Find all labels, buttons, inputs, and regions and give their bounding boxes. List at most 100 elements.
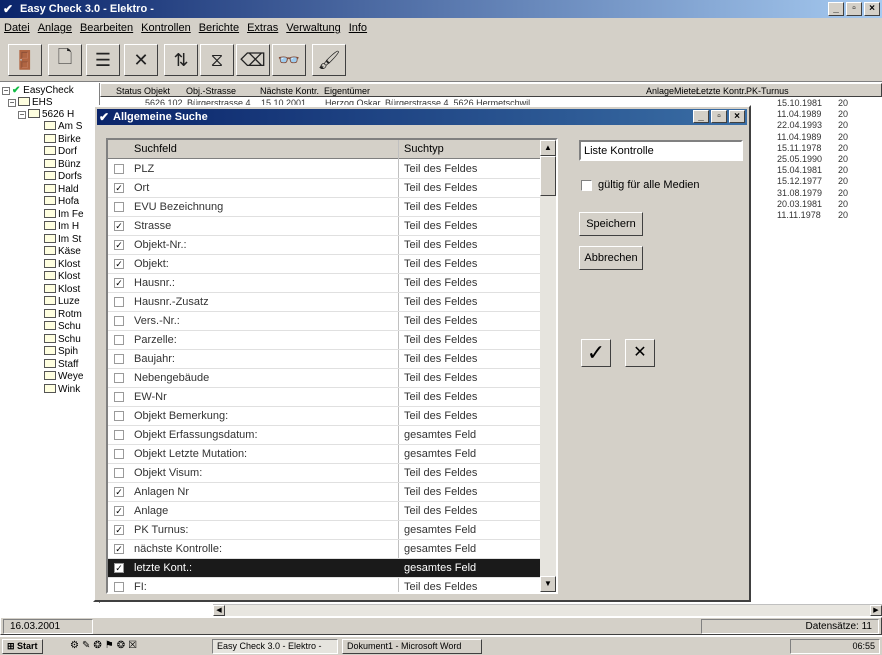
row-checkbox[interactable] — [114, 430, 124, 440]
all-media-option[interactable]: gültig für alle Medien — [581, 179, 751, 193]
menu-item[interactable]: Verwaltung — [286, 18, 340, 38]
row-checkbox[interactable]: ✓ — [114, 563, 124, 573]
row-checkbox[interactable]: ✓ — [114, 525, 124, 535]
row-checkbox[interactable] — [114, 354, 124, 364]
tree-item[interactable]: Schu — [44, 333, 81, 346]
tree-node-town[interactable]: −5626 H — [18, 109, 74, 121]
search-field-row[interactable]: ✓ Hausnr.: Teil des Feldes — [108, 274, 540, 293]
search-field-row[interactable]: ✓ Strasse Teil des Feldes — [108, 217, 540, 236]
list-column-header[interactable]: Anlage — [646, 84, 674, 98]
tree-item[interactable]: Am S — [44, 121, 82, 133]
dialog-close-button[interactable]: × — [729, 110, 745, 123]
row-search-type[interactable]: Teil des Feldes — [404, 198, 477, 216]
search-field-row[interactable]: Hausnr.-Zusatz Teil des Feldes — [108, 293, 540, 312]
dialog-minimize-button[interactable]: _ — [693, 110, 709, 123]
row-checkbox[interactable]: ✓ — [114, 183, 124, 193]
minimize-button[interactable]: _ — [828, 2, 844, 16]
search-field-row[interactable]: ✓ nächste Kontrolle: gesamtes Feld — [108, 540, 540, 559]
row-search-type[interactable]: gesamtes Feld — [404, 521, 476, 539]
tree-item[interactable]: Dorfs — [44, 171, 82, 183]
menu-item[interactable]: Extras — [247, 18, 278, 38]
dialog-maximize-button[interactable]: ▫ — [711, 110, 727, 123]
new-document-icon[interactable]: 🗋 — [48, 44, 82, 76]
grid-scrollbar[interactable]: ▲ ▼ — [540, 140, 556, 592]
list-column-header[interactable]: Nächste Kontr. — [260, 84, 319, 98]
row-checkbox[interactable] — [114, 373, 124, 383]
row-search-type[interactable]: Teil des Feldes — [404, 236, 477, 254]
search-field-row[interactable]: EW-Nr Teil des Feldes — [108, 388, 540, 407]
search-field-row[interactable]: PLZ Teil des Feldes — [108, 160, 540, 179]
search-field-row[interactable]: ✓ Anlage Teil des Feldes — [108, 502, 540, 521]
list-name-input[interactable] — [579, 140, 743, 161]
all-media-checkbox[interactable] — [581, 180, 592, 191]
scroll-down-icon[interactable]: ▼ — [540, 576, 556, 592]
tree-item[interactable]: Wink — [44, 383, 80, 396]
row-search-type[interactable]: Teil des Feldes — [404, 388, 477, 406]
list-column-header[interactable]: Letzte Kontr. — [696, 84, 747, 98]
row-checkbox[interactable] — [114, 164, 124, 174]
row-search-type[interactable]: Teil des Feldes — [404, 312, 477, 330]
list-column-header[interactable]: Eigentümer — [324, 84, 370, 98]
menu-item[interactable]: Info — [349, 18, 367, 38]
tree-item[interactable]: Dorf — [44, 146, 77, 158]
tree-node-ehs[interactable]: − EHS — [8, 97, 53, 109]
search-field-row[interactable]: ✓ Ort Teil des Feldes — [108, 179, 540, 198]
tree-item[interactable]: Käse — [44, 246, 81, 258]
row-checkbox[interactable]: ✓ — [114, 506, 124, 516]
scroll-left-icon[interactable]: ◀ — [213, 605, 225, 616]
search-field-row[interactable]: FI: Teil des Feldes — [108, 578, 540, 592]
scroll-right-icon[interactable]: ▶ — [870, 605, 882, 616]
tree-item[interactable]: Hald — [44, 183, 79, 196]
row-checkbox[interactable] — [114, 411, 124, 421]
list-column-header[interactable]: Objekt — [144, 84, 170, 98]
tree-item[interactable]: Im H — [44, 221, 79, 233]
search-field-row[interactable]: Objekt Bemerkung: Teil des Feldes — [108, 407, 540, 426]
list-column-header[interactable]: Status — [116, 84, 142, 98]
row-checkbox[interactable] — [114, 582, 124, 592]
save-button[interactable]: Speichern — [579, 212, 643, 236]
tree-item[interactable]: Hofa — [44, 196, 79, 208]
row-search-type[interactable]: Teil des Feldes — [404, 293, 477, 311]
cancel-button[interactable]: Abbrechen — [579, 246, 643, 270]
start-button[interactable]: ⊞ Start — [2, 639, 43, 654]
search-field-row[interactable]: Baujahr: Teil des Feldes — [108, 350, 540, 369]
row-search-type[interactable]: Teil des Feldes — [404, 464, 477, 482]
tree-item[interactable]: Klost — [44, 271, 80, 283]
menu-item[interactable]: Anlage — [38, 18, 72, 38]
row-checkbox[interactable]: ✓ — [114, 221, 124, 231]
quicklaunch-icons[interactable]: ⚙✎❂⚑❂☒ — [70, 640, 140, 651]
row-search-type[interactable]: gesamtes Feld — [404, 426, 476, 444]
search-field-row[interactable]: EVU Bezeichnung Teil des Feldes — [108, 198, 540, 217]
row-checkbox[interactable] — [114, 297, 124, 307]
sort-icon[interactable]: ⇅ — [164, 44, 198, 76]
menu-item[interactable]: Datei — [4, 18, 30, 38]
row-checkbox[interactable]: ✓ — [114, 487, 124, 497]
row-checkbox[interactable]: ✓ — [114, 259, 124, 269]
binoculars-icon[interactable]: 👓 — [272, 44, 306, 76]
brush-icon[interactable]: 🖌 — [312, 44, 346, 76]
eraser-icon[interactable]: ⌫ — [236, 44, 270, 76]
row-search-type[interactable]: Teil des Feldes — [404, 331, 477, 349]
search-field-row[interactable]: ✓ Anlagen Nr Teil des Feldes — [108, 483, 540, 502]
row-search-type[interactable]: gesamtes Feld — [404, 540, 476, 558]
filter-icon[interactable]: ⧖ — [200, 44, 234, 76]
list-column-header[interactable]: Obj.-Strasse — [186, 84, 236, 98]
row-search-type[interactable]: Teil des Feldes — [404, 502, 477, 520]
tree-item[interactable]: Klost — [44, 283, 80, 296]
task-word[interactable]: Dokument1 - Microsoft Word — [342, 639, 482, 654]
row-checkbox[interactable]: ✓ — [114, 278, 124, 288]
tree-item[interactable]: Schu — [44, 321, 81, 333]
search-field-row[interactable]: Objekt Letzte Mutation: gesamtes Feld — [108, 445, 540, 464]
horizontal-scrollbar[interactable]: ◀ ▶ — [213, 604, 882, 616]
search-field-row[interactable]: ✓ letzte Kont.: gesamtes Feld — [108, 559, 540, 578]
tree-item[interactable]: Birke — [44, 133, 81, 146]
row-search-type[interactable]: Teil des Feldes — [404, 255, 477, 273]
menu-item[interactable]: Berichte — [199, 18, 239, 38]
tree-item[interactable]: Spih — [44, 346, 78, 358]
row-search-type[interactable]: Teil des Feldes — [404, 483, 477, 501]
row-search-type[interactable]: Teil des Feldes — [404, 350, 477, 368]
search-field-row[interactable]: Nebengebäude Teil des Feldes — [108, 369, 540, 388]
search-field-row[interactable]: Objekt Visum: Teil des Feldes — [108, 464, 540, 483]
search-field-row[interactable]: Objekt Erfassungsdatum: gesamtes Feld — [108, 426, 540, 445]
row-search-type[interactable]: Teil des Feldes — [404, 369, 477, 387]
